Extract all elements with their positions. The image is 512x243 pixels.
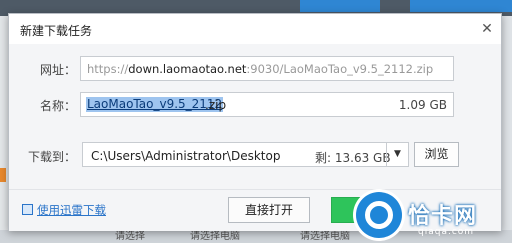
chevron-down-icon[interactable]: ▼ [386, 143, 408, 166]
close-icon[interactable]: ✕ [479, 21, 495, 37]
watermark-logo-icon [356, 192, 402, 238]
background-text: 请选择电脑 [190, 231, 240, 242]
dialog-titlebar[interactable]: 新建下载任务 ✕ [9, 14, 501, 44]
filename-extension: .zip [205, 98, 227, 112]
url-field[interactable]: https://down.laomaotao.net:9030/LaoMaoTa… [80, 56, 454, 81]
save-to-label: 下载到： [28, 150, 77, 164]
background-blue-bar [300, 0, 380, 12]
filename-input[interactable]: LaoMaoTao_v9.5_2112 .zip 1.09 GB [80, 92, 454, 117]
dialog-title: 新建下载任务 [20, 24, 93, 38]
save-path-select[interactable]: C:\Users\Administrator\Desktop 剩: 13.63 … [82, 142, 409, 167]
file-size: 1.09 GB [398, 98, 447, 112]
use-thunder-download-link[interactable]: 使用迅雷下载 [37, 202, 106, 218]
url-suffix: :9030/LaoMaoTao_v9.5_2112.zip [246, 62, 434, 76]
watermark-ring [365, 201, 393, 229]
save-path-text: C:\Users\Administrator\Desktop [91, 149, 281, 163]
browse-button[interactable]: 浏览 [414, 142, 459, 167]
open-directly-button[interactable]: 直接打开 [228, 197, 310, 223]
free-space-text: 剩: 13.63 GB [315, 151, 391, 165]
watermark-subtext: qiaqa.com [418, 227, 475, 237]
url-host: down.laomaotao.net [128, 62, 247, 76]
background-text: 请选择 [115, 231, 145, 242]
url-label: 网址： [40, 63, 77, 77]
background-text: 请选择电脑 [300, 231, 350, 242]
watermark-text: 恰卡网 [408, 204, 478, 229]
background-orange-tab [0, 168, 6, 182]
url-prefix: https:// [87, 62, 129, 76]
filename-selected-text: LaoMaoTao_v9.5_2112 [86, 97, 224, 112]
background-blue-bar [410, 0, 512, 12]
name-label: 名称： [40, 99, 77, 113]
thunder-icon [22, 204, 33, 215]
